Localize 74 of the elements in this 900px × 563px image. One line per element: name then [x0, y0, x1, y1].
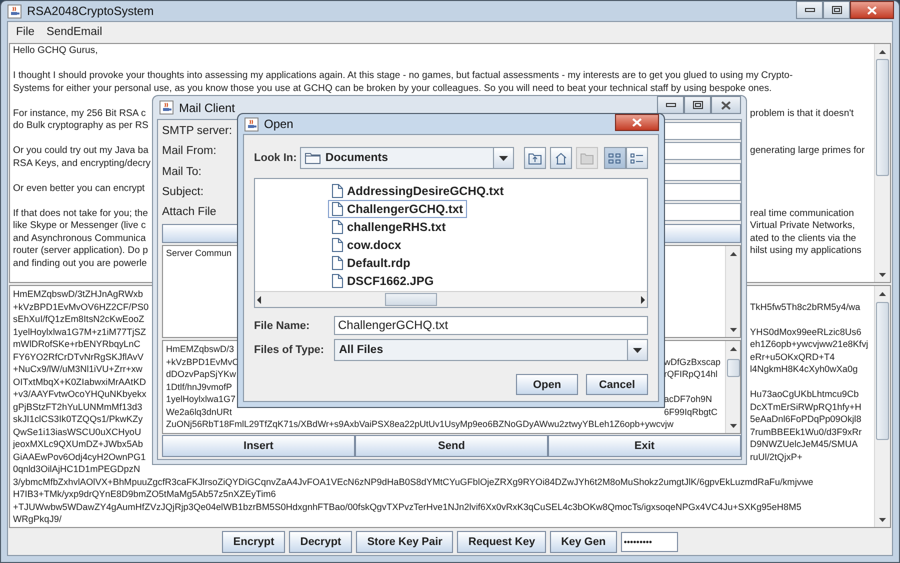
text-fragment: router (server application). Do p [13, 245, 148, 258]
field-label: Look In: [254, 152, 298, 164]
text-fragment: Server Commun [166, 248, 232, 258]
field-label: Files of Type: [254, 344, 326, 356]
text-fragment: rQFIRpQ14hl [664, 368, 719, 380]
text-fragment: problem is that it doesn't [750, 108, 855, 120]
text-fragment: HmEMZqbswD/3 [166, 343, 234, 356]
text-fragment: real time communication [750, 208, 855, 220]
text-line: H7IB3+TMk/yxp9drQYnE8D9bmZO5tMaMg5Ab57z5nXZEyTim6 [13, 488, 276, 500]
text-fragment: We2a6lq3dnURt [166, 406, 232, 418]
text-fragment: +NuCx9/lW/uM3Nl1iVU+Zrr+xw [13, 363, 142, 376]
window-title: RSA2048CryptoSystem [27, 3, 154, 20]
field-label: SMTP server: [162, 125, 234, 138]
text-fragment: wDfGzBxscap [664, 356, 722, 368]
field-label: Mail From: [162, 145, 218, 158]
text-fragment: 1yelHoylxlwa1G7 [166, 393, 236, 406]
field-label: Mail To: [162, 166, 202, 178]
text-fragment: For instance, my 256 Bit RSA c [13, 108, 146, 120]
text-line: Hello GCHQ Gurus, [13, 45, 98, 58]
text-line: ZuONj56RbT18FmlL29TfZqK71s/XBdWr+s9AxbVaiPSX8ea22pUtUv1UsyMp9eo6BZNoGDyAWwu2ztwyYBLeh1Z6opb+ywcvjw [166, 418, 674, 430]
text-fragment: DcXTmErSiRWpRQ1hfy+H [750, 400, 862, 413]
text-fragment: QwSe1i13iasWSCU0uXCHyoU [13, 426, 142, 438]
text-fragment: hilst using my applications [750, 245, 862, 258]
text-fragment: FY6YO2RfCrDTvNrRgSKJflAvV [13, 350, 144, 363]
text-fragment: OITxtMbqX+K0ZIabwxiMrAAtKD [13, 376, 146, 388]
text-line: Systems for either your personal use, as you know those you use at GCHQ can be broken by your colleagues. So you will need to beat your technical staff by using bespoke ones. [13, 82, 772, 95]
text-fragment: acDF7oh9N [664, 393, 714, 406]
field-label: File Name: [254, 320, 311, 332]
text-fragment: RSA Keys, and encrypting/decry [13, 158, 151, 170]
window-title: Open [264, 116, 294, 133]
text-fragment: 0qnld3OilAjHC1D1mPEGDpzN [13, 463, 140, 476]
text-fragment: YHS0dMox99eeRLzic8Us6 [750, 326, 862, 338]
text-line: 3/ybmcMfbZxhvlAOlVX+BhMpuuZgcfR3caFKJlrsoZiQYDiGCqnvZaA4JvFOA1VEcN6zNP9dHaB0S8dYMtCYuGFblOjeZRXg9RYOi84DZwJYh6t2M8oMuShokz2umgtJlK/6gpvEkLuzmdRaFu/kmjvwe [13, 476, 814, 488]
text-fragment: 5eAaDnl6FoPDqPp09Okjl8 [750, 413, 862, 426]
text-fragment: gPjBStzFT2hYuLUNMmMf13d3 [13, 400, 142, 413]
text-fragment: TkH5fw5Th8c2bRM5y4/wa [750, 300, 862, 313]
text-fragment: do Bulk cryptography as per RS [13, 120, 148, 132]
text-fragment: HmEMZqbswD/3tZHJnAgRWxb [13, 288, 144, 300]
text-fragment: generating large primes for [750, 145, 866, 158]
text-fragment: ated to the clients via the [750, 232, 858, 245]
text-fragment: and Asynchronous Communica [13, 232, 146, 245]
text-fragment: Virtual Private Networks, [750, 220, 856, 232]
text-fragment: +kVzBPD1EvMvC [166, 356, 239, 368]
text-fragment: sEhXuI/fQ1zEm8ItsN2cKwEooZ [13, 313, 144, 326]
dropdown-value: All Files [339, 344, 384, 356]
text-fragment: If that does not take for you; the [13, 208, 148, 220]
text-fragment: dDOzvPapSjYKw [166, 368, 236, 380]
text-fragment: and finding out you are powerle [13, 258, 147, 270]
text-fragment: 7rumBBEEk1Wu0/d3F9xRr [750, 426, 863, 438]
text-fragment: 6F99IqRbgtC [664, 406, 719, 418]
text-fragment: +kVzBPD1EvMvOV6HZ2CF/PS0 [13, 300, 149, 313]
text-fragment: like Skype or Messenger (live c [13, 220, 146, 232]
text-fragment: eRr+u5OKxQRD+T4 [750, 350, 836, 363]
text-line: I thought I should provoke your thoughts into assessing my applications again. At this stage - no games, but factual assessments - my interests are to get you glued to using my Crypto- [13, 70, 793, 82]
text-fragment: eh1Z6opb+ywcvjww21e8Kfvj [750, 338, 870, 350]
field-label: Attach File [162, 206, 218, 218]
window-title: Mail Client [179, 100, 236, 117]
text-fragment: ruUl/2tQjxP+ [750, 450, 804, 463]
text-line: WRgPkqJ9/ [13, 513, 62, 526]
text-line: +TJUWwbw5WDawZY4gAumHfZVzJQjRjp3Qe04elWB1bzrBM5S0HdxgnhFTBao/00fskQgvTXPvzTerHve1NJn2lvif6Xx0vRxK3qCuSEL4c3bOKw8QmocTs/igxsoqeNPGx4VC4Ju+SXKg95eH8M5 [13, 500, 802, 513]
text-fragment: jeoxMXLc9QXUmDZ+JWbx5Ab [13, 438, 143, 450]
text-fragment: D9NWZUelcJeM45/SMUA [750, 438, 859, 450]
text-fragment: l4NgkmH8K4cXyh0wXa0g [750, 363, 859, 376]
text-fragment: 1Dtlf/hnJ9vmofP [166, 380, 232, 393]
text-fragment: GiAAEwPov6Odj4cyH2OwnPG1 [13, 450, 146, 463]
field-label: Subject: [162, 186, 205, 198]
text-fragment: skJI1clCS3Ik0TZQQs1/PkwKZy [13, 413, 143, 426]
dropdown-value: Documents [325, 152, 388, 164]
text-fragment: Hu73aoCgUKbLhtmcu9Cb [750, 388, 860, 400]
text-fragment: Or even better you can encrypt [13, 182, 145, 195]
text-fragment: +v3/AAYFvtwOcoYHQuNKbyekx [13, 388, 146, 400]
text-fragment: mWlDRofSKe+rbENYRbqyLnC [13, 338, 140, 350]
text-fragment: 1yelHoylxlwa1G7M+z1iM77TjSZ [13, 326, 146, 338]
text-fragment: Or you could try out my Java ba [13, 145, 148, 158]
